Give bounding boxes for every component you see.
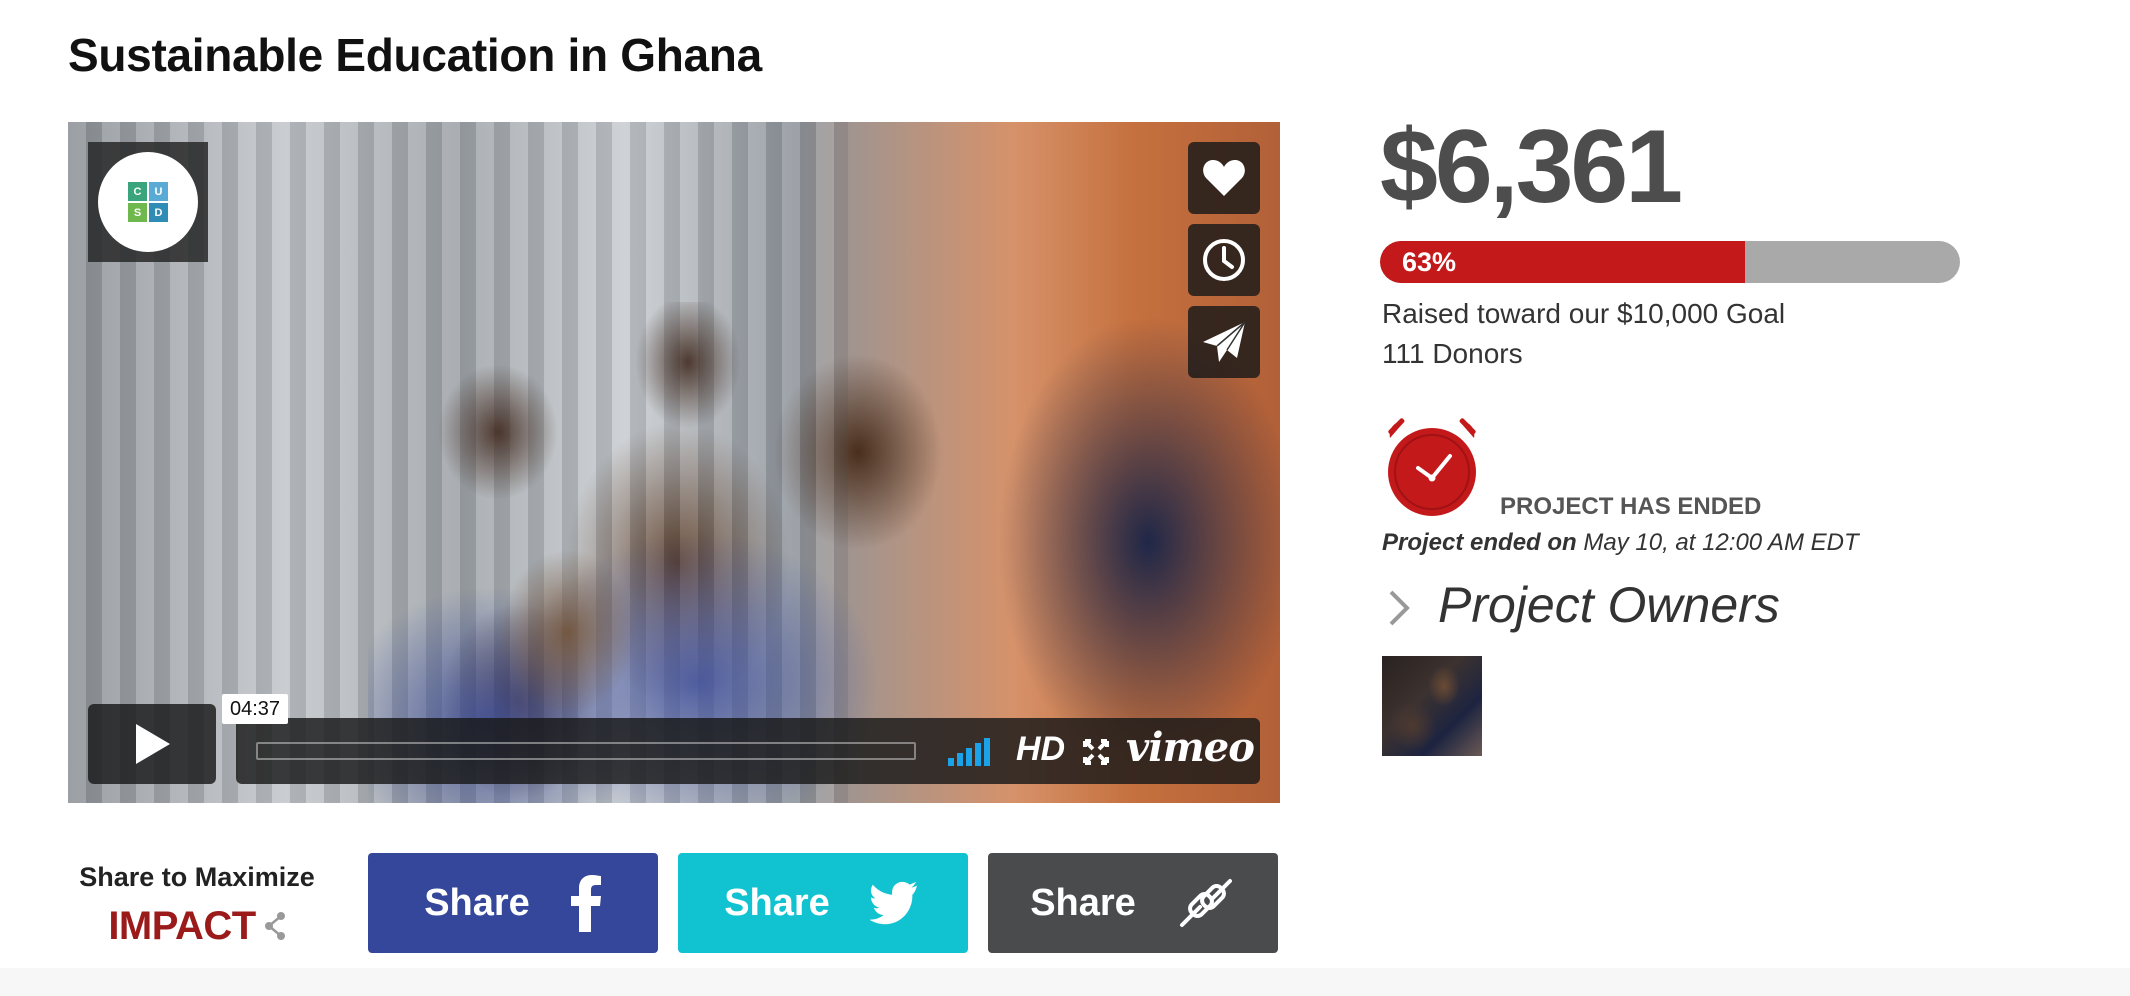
video-player[interactable]: C U S D HD vimeo 04:37 — [68, 122, 1280, 803]
video-controls: HD vimeo 04:37 — [88, 694, 1260, 784]
channel-logo[interactable]: C U S D — [88, 142, 208, 262]
progress-track[interactable] — [256, 742, 916, 760]
heart-icon — [1203, 160, 1245, 196]
alarm-clock-icon — [1388, 418, 1476, 516]
project-status: PROJECT HAS ENDED — [1500, 493, 1762, 520]
share-link-button[interactable]: Share — [988, 853, 1278, 953]
facebook-icon — [570, 875, 601, 932]
share-facebook-button[interactable]: Share — [368, 853, 658, 953]
playbar: HD vimeo — [236, 718, 1260, 784]
chevron-right-icon[interactable] — [1386, 588, 1412, 628]
video-duration: 04:37 — [222, 694, 289, 724]
like-button[interactable] — [1188, 142, 1260, 214]
funding-percent: 63% — [1402, 247, 1457, 277]
cusd-logo-icon: C U S D — [128, 182, 168, 222]
goal-text: Raised toward our $10,000 Goal — [1382, 298, 1786, 329]
link-icon — [1179, 879, 1232, 927]
share-label: Share to Maximize — [79, 862, 315, 892]
share-nodes-icon — [264, 906, 286, 951]
clock-icon — [1203, 239, 1245, 281]
project-end-date: Project ended on May 10, at 12:00 AM EDT — [1382, 529, 1859, 556]
page-title: Sustainable Education in Ghana — [68, 29, 762, 81]
footer-shade — [0, 968, 2130, 996]
twitter-icon — [869, 881, 917, 925]
share-video-button[interactable] — [1188, 306, 1260, 378]
hd-toggle[interactable]: HD — [1016, 730, 1065, 769]
paper-plane-icon — [1203, 321, 1246, 362]
volume-bars-icon[interactable] — [948, 736, 998, 766]
owner-avatar[interactable] — [1382, 656, 1482, 756]
play-button[interactable] — [88, 704, 216, 784]
play-icon — [136, 724, 170, 764]
funding-progress-bar: 63% — [1380, 241, 1960, 283]
donor-count: 111 Donors — [1382, 338, 1523, 369]
amount-raised: $6,361 — [1380, 109, 1683, 225]
project-owners-heading[interactable]: Project Owners — [1438, 576, 1780, 634]
fullscreen-icon[interactable] — [1082, 738, 1110, 771]
vimeo-logo[interactable]: vimeo — [1126, 724, 1255, 771]
impact-label: IMPACT — [72, 904, 322, 951]
share-twitter-button[interactable]: Share — [678, 853, 968, 953]
watch-later-button[interactable] — [1188, 224, 1260, 296]
